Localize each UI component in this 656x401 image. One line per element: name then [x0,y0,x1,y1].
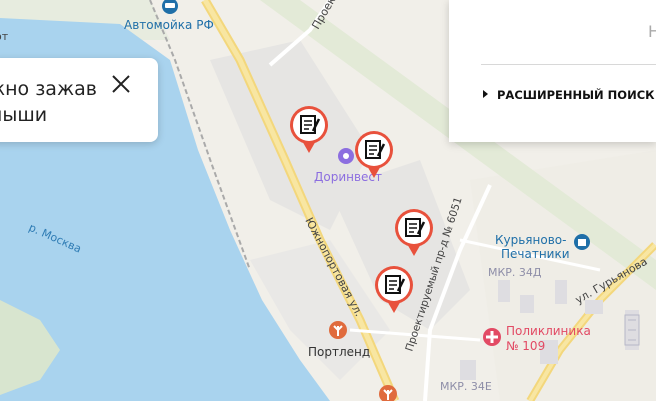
mkr-34e-label: МКР. 34Е [440,380,492,393]
search-panel-partial-text: Н [648,22,656,41]
mkr-34d-label: МКР. 34Д [488,266,542,279]
polyclinic-label: Поликлиника [506,324,591,338]
shopping-bag-icon [574,234,590,250]
pechatniki-label: Печатники [501,247,570,261]
hint-line-2: мыши [0,104,48,126]
advanced-search-toggle[interactable]: РАСШИРЕННЫЙ ПОИСК [483,88,655,102]
kuryanovo-label: Курьяново- [495,233,566,247]
leaf-icon [329,321,347,339]
advanced-search-label: РАСШИРЕННЫЙ ПОИСК [497,88,655,102]
caret-right-icon [483,90,488,98]
close-icon[interactable] [110,73,132,95]
search-panel: Н РАСШИРЕННЫЙ ПОИСК [449,0,656,142]
left-edge-label: от [0,30,9,43]
divider [481,64,656,65]
dorinvest-icon [338,148,354,164]
portlend-label: Портленд [308,345,370,359]
map-hint-popup: жно зажав мыши [0,58,158,142]
polyclinic-number-label: № 109 [506,339,545,353]
hint-line-1: жно зажав [0,78,97,100]
car-wash-label: Автомойка РФ [124,18,214,32]
medical-cross-icon [483,328,501,346]
